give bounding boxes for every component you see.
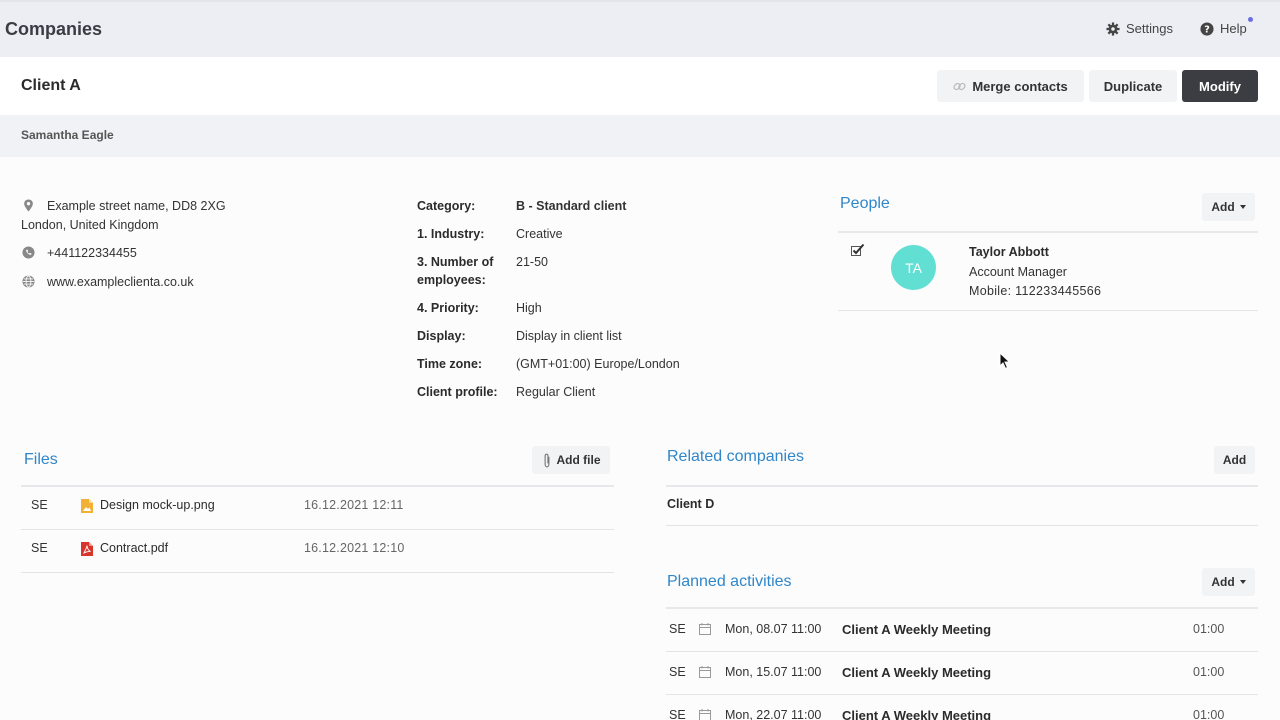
duplicate-button[interactable]: Duplicate bbox=[1089, 70, 1177, 102]
website-link[interactable]: www.exampleclienta.co.uk bbox=[47, 275, 194, 289]
add-related-company-button[interactable]: Add bbox=[1214, 446, 1255, 474]
person-role: Account Manager bbox=[969, 265, 1067, 279]
merge-contacts-button[interactable]: Merge contacts bbox=[937, 70, 1084, 102]
avatar: TA bbox=[891, 245, 936, 290]
client-name: Client A bbox=[21, 77, 81, 94]
calendar-icon bbox=[699, 666, 711, 678]
location-pin-icon bbox=[24, 199, 33, 212]
settings-button[interactable]: Settings bbox=[1106, 21, 1173, 36]
owner-name: Samantha Eagle bbox=[21, 128, 114, 142]
activity-datetime: Mon, 22.07 11:00 bbox=[725, 708, 822, 720]
globe-icon bbox=[22, 275, 35, 288]
activity-owner: SE bbox=[669, 622, 686, 636]
detail-label-client-profile: Client profile: bbox=[417, 385, 498, 399]
detail-label-category: Category: bbox=[417, 199, 476, 213]
caret-down-icon bbox=[1239, 580, 1246, 584]
activity-row[interactable]: SE Mon, 08.07 11:00 Client A Weekly Meet… bbox=[666, 622, 1258, 665]
image-file-icon bbox=[81, 499, 93, 513]
detail-label-timezone: Time zone: bbox=[417, 357, 483, 371]
address-line-2: London, United Kingdom bbox=[21, 218, 159, 232]
phone-number[interactable]: +441122334455 bbox=[47, 246, 137, 260]
gear-icon bbox=[1106, 21, 1120, 36]
detail-label-employees: 3. Number of employees: bbox=[417, 255, 494, 287]
activity-row[interactable]: SE Mon, 22.07 11:00 Client A Weekly Meet… bbox=[666, 708, 1258, 720]
merge-contacts-label: Merge contacts bbox=[972, 78, 1068, 94]
divider bbox=[838, 231, 1258, 233]
activity-duration: 01:00 bbox=[1193, 622, 1225, 636]
client-header: Client A Merge contacts Duplicate Modify bbox=[0, 57, 1280, 115]
activity-name[interactable]: Client A Weekly Meeting bbox=[842, 622, 991, 637]
top-bar: Companies Settings ? Help bbox=[0, 0, 1280, 57]
owner-bar: Samantha Eagle bbox=[0, 115, 1280, 157]
detail-value-display: Display in client list bbox=[516, 329, 622, 343]
divider bbox=[666, 485, 1258, 487]
planned-activities-title: Planned activities bbox=[667, 573, 792, 590]
divider bbox=[666, 651, 1258, 652]
help-label: Help bbox=[1220, 21, 1247, 36]
help-button[interactable]: ? Help bbox=[1200, 17, 1253, 36]
detail-value-industry: Creative bbox=[516, 227, 563, 241]
phone-icon bbox=[22, 246, 35, 259]
activity-duration: 01:00 bbox=[1193, 708, 1225, 720]
activity-datetime: Mon, 15.07 11:00 bbox=[725, 665, 822, 679]
svg-text:?: ? bbox=[1204, 24, 1210, 35]
detail-label-display: Display: bbox=[417, 329, 466, 343]
activity-datetime: Mon, 08.07 11:00 bbox=[725, 622, 822, 636]
detail-label-industry: 1. Industry: bbox=[417, 227, 485, 241]
file-owner: SE bbox=[31, 498, 48, 512]
link-icon bbox=[953, 82, 966, 90]
paperclip-icon bbox=[544, 453, 549, 467]
detail-value-employees: 21-50 bbox=[516, 255, 548, 269]
related-companies-title: Related companies bbox=[667, 448, 804, 465]
detail-value-category: B - Standard client bbox=[516, 199, 627, 213]
people-title: People bbox=[840, 195, 890, 212]
person-name[interactable]: Taylor Abbott bbox=[969, 245, 1049, 259]
activity-name[interactable]: Client A Weekly Meeting bbox=[842, 708, 991, 720]
add-activity-button[interactable]: Add bbox=[1202, 568, 1255, 596]
detail-label-priority: 4. Priority: bbox=[417, 301, 479, 315]
address-line-1: Example street name, DD8 2XG bbox=[47, 199, 226, 213]
file-name[interactable]: Design mock-up.png bbox=[100, 498, 215, 512]
mouse-cursor-icon bbox=[999, 352, 1011, 370]
add-person-label: Add bbox=[1211, 200, 1235, 214]
detail-value-priority: High bbox=[516, 301, 542, 315]
related-company-item[interactable]: Client D bbox=[667, 497, 714, 511]
divider bbox=[838, 310, 1258, 311]
file-row[interactable]: SE Contract.pdf 16.12.2021 12:10 bbox=[21, 529, 614, 572]
detail-value-timezone: (GMT+01:00) Europe/London bbox=[516, 357, 680, 371]
add-file-label: Add file bbox=[556, 453, 601, 467]
activity-owner: SE bbox=[669, 708, 686, 720]
caret-down-icon bbox=[1239, 205, 1246, 209]
question-icon: ? bbox=[1200, 21, 1214, 36]
calendar-icon bbox=[699, 709, 711, 720]
file-row[interactable]: SE Design mock-up.png 16.12.2021 12:11 bbox=[21, 486, 614, 529]
activity-duration: 01:00 bbox=[1193, 665, 1225, 679]
activity-row[interactable]: SE Mon, 15.07 11:00 Client A Weekly Meet… bbox=[666, 665, 1258, 708]
add-file-button[interactable]: Add file bbox=[532, 446, 610, 474]
divider bbox=[666, 607, 1258, 609]
file-name[interactable]: Contract.pdf bbox=[100, 541, 168, 555]
file-owner: SE bbox=[31, 541, 48, 555]
calendar-icon bbox=[699, 623, 711, 635]
detail-value-client-profile: Regular Client bbox=[516, 385, 596, 399]
notification-dot bbox=[1248, 17, 1253, 22]
activity-owner: SE bbox=[669, 665, 686, 679]
settings-label: Settings bbox=[1126, 21, 1173, 36]
page-title: Companies bbox=[5, 19, 103, 39]
divider bbox=[21, 572, 614, 573]
add-activity-label: Add bbox=[1211, 575, 1235, 589]
activity-name[interactable]: Client A Weekly Meeting bbox=[842, 665, 991, 680]
person-mobile: Mobile: 112233445566 bbox=[969, 284, 1102, 298]
file-date: 16.12.2021 12:10 bbox=[304, 541, 405, 555]
file-date: 16.12.2021 12:11 bbox=[304, 498, 404, 512]
divider bbox=[666, 525, 1258, 526]
pdf-file-icon bbox=[81, 542, 93, 556]
files-title: Files bbox=[24, 451, 58, 468]
checkbox-checked-icon[interactable] bbox=[850, 243, 865, 257]
add-person-button[interactable]: Add bbox=[1202, 193, 1255, 221]
divider bbox=[666, 694, 1258, 695]
modify-button[interactable]: Modify bbox=[1182, 70, 1258, 102]
